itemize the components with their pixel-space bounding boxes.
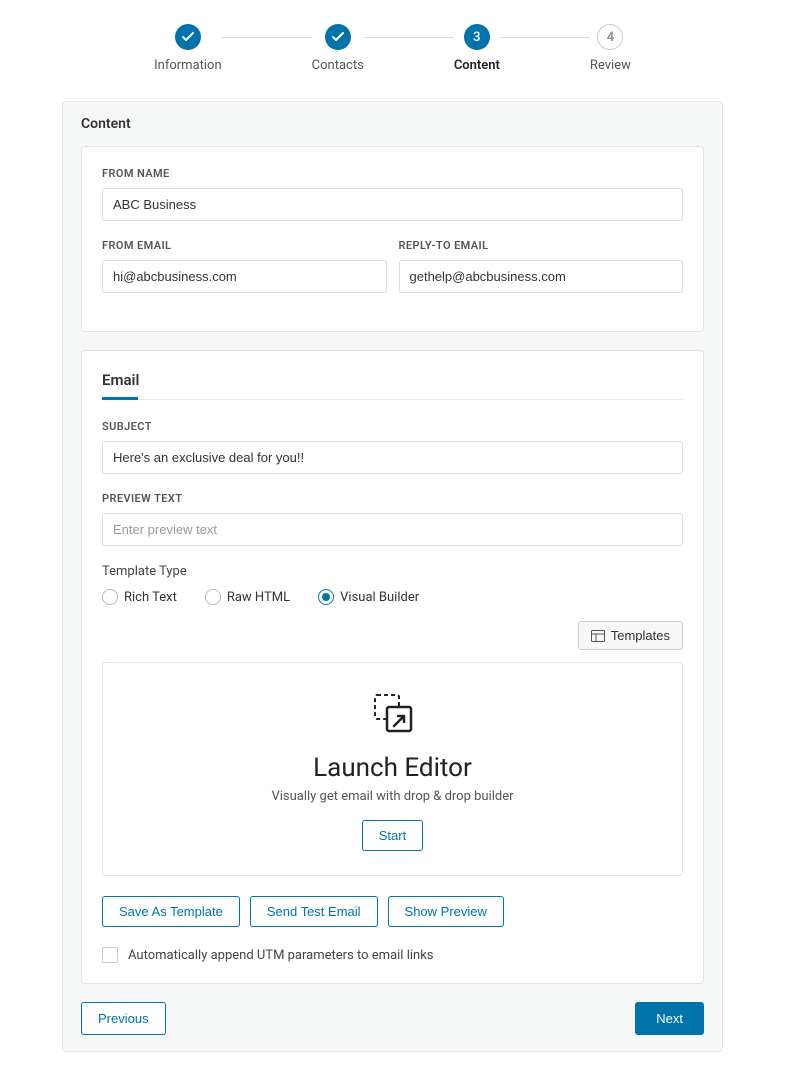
step-connector [364,37,454,38]
preview-text-input[interactable] [102,513,683,546]
wizard-stepper: Information Contacts 3 Content 4 Review [0,0,785,85]
launch-subtitle: Visually get email with drop & drop buil… [123,789,662,804]
radio-visual-builder[interactable]: Visual Builder [318,589,419,605]
step-label: Contacts [312,58,364,73]
from-name-input[interactable] [102,188,683,221]
preview-text-label: PREVIEW TEXT [102,492,683,505]
tab-email[interactable]: Email [102,371,683,400]
step-review[interactable]: 4 Review [590,24,631,73]
check-icon [175,24,201,50]
send-test-email-button[interactable]: Send Test Email [250,896,378,927]
template-type-label: Template Type [102,564,683,579]
radio-raw-html[interactable]: Raw HTML [205,589,290,605]
template-type-radios: Rich Text Raw HTML Visual Builder [102,589,683,605]
step-connector [222,37,312,38]
from-name-label: FROM NAME [102,167,683,180]
radio-icon [318,589,334,605]
launch-editor-box: Launch Editor Visually get email with dr… [102,662,683,876]
subject-input[interactable] [102,441,683,474]
layout-icon [591,630,605,642]
selection-icon [369,691,417,735]
templates-button[interactable]: Templates [578,621,683,650]
utm-checkbox-row[interactable]: Automatically append UTM parameters to e… [102,947,683,963]
step-number: 3 [464,24,490,50]
step-contacts[interactable]: Contacts [312,24,364,73]
from-email-input[interactable] [102,260,387,293]
check-icon [325,24,351,50]
step-connector [500,37,590,38]
step-label: Information [154,58,222,73]
templates-button-label: Templates [611,628,670,643]
email-card: Email SUBJECT PREVIEW TEXT Template Type… [81,350,704,984]
step-information[interactable]: Information [154,24,222,73]
step-label: Review [590,58,631,73]
subject-label: SUBJECT [102,420,683,433]
wizard-footer: Previous Next [81,1002,704,1035]
step-number: 4 [597,24,623,50]
radio-icon [102,589,118,605]
previous-button[interactable]: Previous [81,1002,166,1035]
reply-to-label: REPLY-TO EMAIL [399,239,684,252]
save-as-template-button[interactable]: Save As Template [102,896,240,927]
show-preview-button[interactable]: Show Preview [388,896,504,927]
launch-title: Launch Editor [123,753,662,783]
checkbox-icon [102,947,118,963]
radio-icon [205,589,221,605]
content-panel: Content FROM NAME FROM EMAIL REPLY-TO EM… [62,101,723,1052]
next-button[interactable]: Next [635,1002,704,1035]
radio-label: Visual Builder [340,590,419,605]
panel-title: Content [63,102,722,146]
step-label: Content [454,58,500,73]
start-button[interactable]: Start [362,820,423,851]
step-content[interactable]: 3 Content [454,24,500,73]
reply-to-input[interactable] [399,260,684,293]
utm-checkbox-label: Automatically append UTM parameters to e… [128,948,434,963]
radio-label: Rich Text [124,590,177,605]
radio-label: Raw HTML [227,590,290,605]
from-email-label: FROM EMAIL [102,239,387,252]
radio-rich-text[interactable]: Rich Text [102,589,177,605]
from-card: FROM NAME FROM EMAIL REPLY-TO EMAIL [81,146,704,332]
